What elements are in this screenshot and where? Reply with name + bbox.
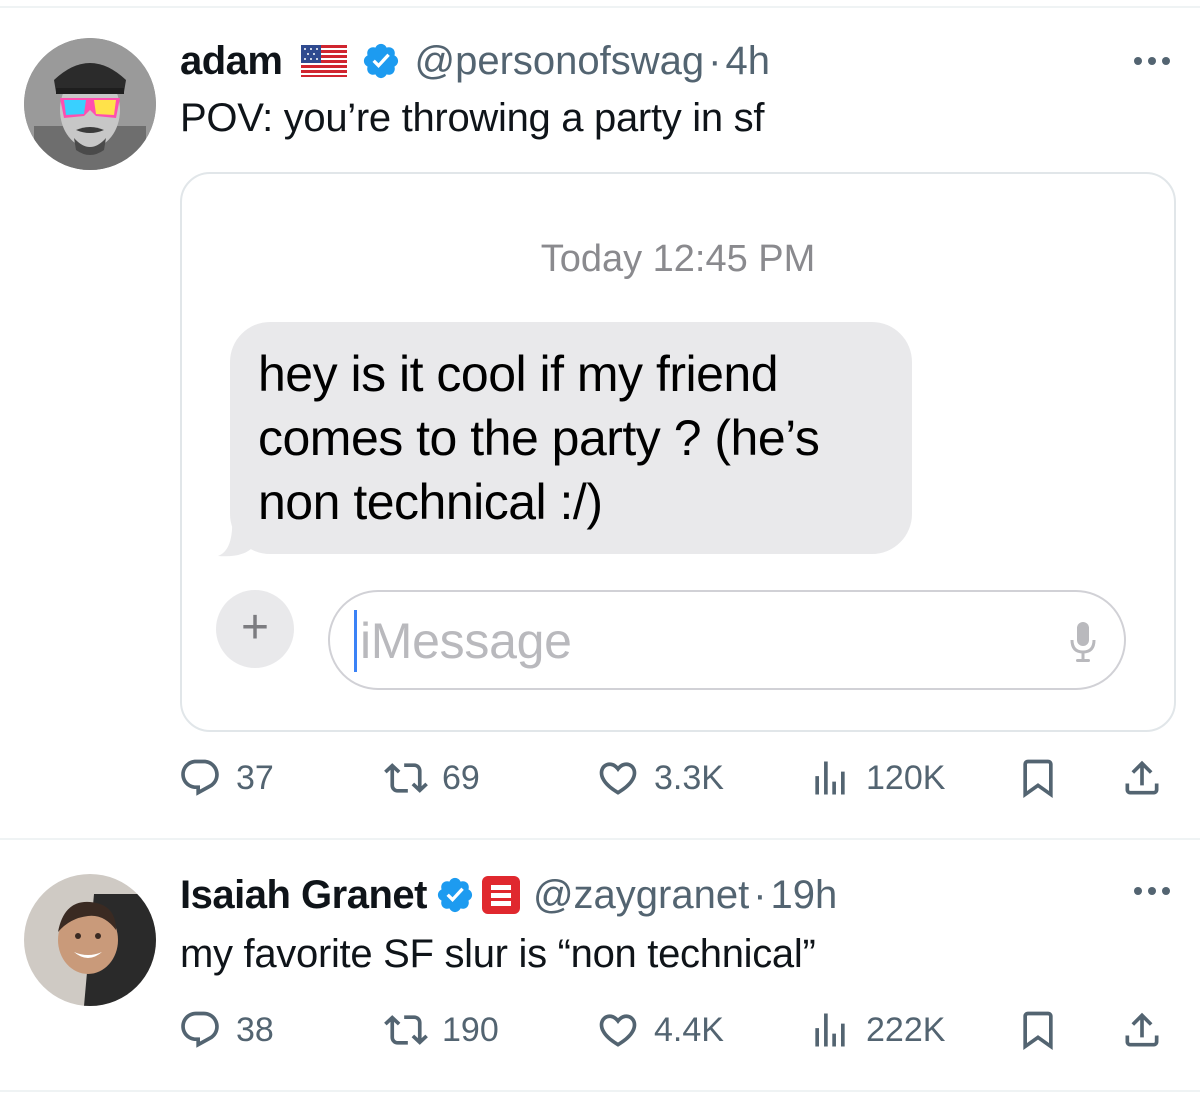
reply-button[interactable]: 38 [178, 1000, 274, 1060]
tweet-header: adam @personofswag · 4h [180, 36, 770, 86]
separator-dot: · [753, 872, 767, 917]
message-bubble: hey is it cool if my friend comes to the… [230, 322, 912, 554]
message-text: hey is it cool if my friend comes to the… [258, 346, 820, 530]
views-button[interactable]: 120K [808, 748, 945, 808]
like-count: 4.4K [654, 1010, 724, 1049]
organization-badge-icon[interactable] [481, 875, 521, 915]
message-timestamp: Today 12:45 PM [540, 238, 816, 280]
tweet-timestamp[interactable]: 4h [725, 39, 770, 84]
share-upload-icon [1125, 760, 1159, 795]
retweet-arrows-icon [384, 763, 428, 793]
bookmark-button[interactable] [1016, 748, 1060, 808]
input-placeholder: iMessage [360, 613, 572, 669]
retweet-count: 69 [442, 758, 480, 797]
divider [0, 1090, 1200, 1092]
avatar[interactable] [24, 38, 156, 170]
tweet-actions: 37 69 3.3K 120K [0, 748, 1200, 808]
microphone-icon [1070, 622, 1096, 662]
views-button[interactable]: 222K [808, 1000, 945, 1060]
reply-button[interactable]: 37 [178, 748, 274, 808]
ellipsis-icon[interactable] [1132, 884, 1172, 898]
us-flag-icon [300, 45, 347, 77]
media-image[interactable]: Today 12:45 PM hey is it cool if my frie… [180, 172, 1176, 732]
tweet-text: POV: you’re throwing a party in sf [180, 96, 765, 140]
avatar[interactable] [24, 874, 156, 1006]
user-handle[interactable]: @zaygranet [533, 873, 749, 918]
tweet[interactable]: adam @personofswag · 4h POV: you’re thro… [0, 0, 1200, 838]
plus-icon: + [216, 590, 294, 668]
tweet-timestamp[interactable]: 19h [771, 873, 838, 918]
tweet[interactable]: Isaiah Granet @zaygranet · 19h my favori… [0, 840, 1200, 1090]
bar-chart-icon [815, 1013, 845, 1047]
retweet-arrows-icon [384, 1015, 428, 1045]
speech-bubble-icon [181, 1011, 219, 1048]
imessage-input: iMessage [328, 590, 1126, 690]
verified-badge-icon[interactable] [361, 41, 401, 81]
tweet-header: Isaiah Granet @zaygranet · 19h [180, 870, 837, 920]
views-count: 120K [866, 758, 946, 797]
retweet-button[interactable]: 190 [384, 1000, 499, 1060]
avatar-image [24, 874, 156, 1006]
timeline: adam @personofswag · 4h POV: you’re thro… [0, 0, 1200, 1096]
tweet-text: my favorite SF slur is “non technical” [180, 932, 816, 976]
reply-count: 38 [236, 1010, 274, 1049]
share-upload-icon [1125, 1012, 1159, 1047]
share-button[interactable] [1120, 748, 1164, 808]
share-button[interactable] [1120, 1000, 1164, 1060]
display-name[interactable]: Isaiah Granet [180, 873, 427, 918]
retweet-count: 190 [442, 1010, 499, 1049]
bookmark-icon [1023, 759, 1053, 799]
display-name[interactable]: adam [180, 39, 283, 84]
ellipsis-icon[interactable] [1132, 54, 1172, 68]
views-count: 222K [866, 1010, 946, 1049]
bar-chart-icon [815, 761, 845, 795]
retweet-button[interactable]: 69 [384, 748, 480, 808]
avatar-image [24, 38, 156, 170]
user-handle[interactable]: @personofswag [415, 39, 705, 84]
separator-dot: · [708, 38, 722, 83]
tweet-actions: 38 190 4.4K 222K [0, 1000, 1200, 1060]
text-caret [354, 610, 357, 672]
like-count: 3.3K [654, 758, 724, 797]
speech-bubble-icon [181, 759, 219, 796]
heart-icon [599, 762, 637, 795]
reply-count: 37 [236, 758, 274, 797]
heart-icon [599, 1014, 637, 1047]
like-button[interactable]: 4.4K [596, 1000, 724, 1060]
bookmark-icon [1023, 1011, 1053, 1051]
like-button[interactable]: 3.3K [596, 748, 724, 808]
verified-badge-icon[interactable] [435, 875, 475, 915]
bookmark-button[interactable] [1016, 1000, 1060, 1060]
